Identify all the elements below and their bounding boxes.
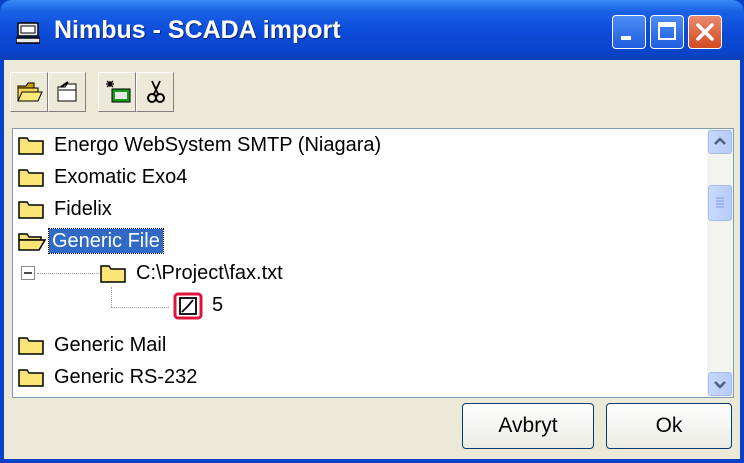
cancel-button[interactable]: Avbryt (462, 403, 594, 449)
chevron-up-icon (714, 137, 726, 145)
open-folder-icon (18, 233, 47, 251)
tree-item-label: Generic Mail (54, 334, 167, 356)
folder-icon (100, 265, 126, 283)
clock-icon (173, 292, 203, 320)
minimize-icon (621, 36, 631, 40)
scroll-up-button[interactable] (708, 130, 732, 154)
tree-item-label: Generic File (48, 228, 164, 254)
cut-button[interactable] (136, 72, 174, 112)
tree-item-label: Exomatic Exo4 (54, 166, 188, 188)
tree-item-label: Energo WebSystem SMTP (Niagara) (54, 134, 382, 156)
ok-button[interactable]: Ok (606, 403, 732, 449)
tree-item-label: C:\Project\fax.txt (136, 262, 283, 284)
minimize-button[interactable] (612, 15, 646, 49)
new-item-icon (106, 80, 131, 103)
scada-tree[interactable]: Energo WebSystem SMTP (Niagara) Exomatic… (12, 128, 734, 398)
tree-connector (111, 307, 169, 308)
undo-folder-icon (57, 81, 77, 102)
app-window: Nimbus - SCADA import Energo WebSystem S… (0, 0, 744, 463)
grip-icon (716, 197, 724, 208)
tree-connector (37, 273, 99, 274)
open-folder-icon (17, 82, 43, 102)
computer-icon (16, 22, 40, 44)
tree-item-label: Fidelix (54, 198, 112, 220)
window-title: Nimbus - SCADA import (54, 16, 341, 44)
close-icon (696, 23, 714, 41)
chevron-down-icon (714, 381, 726, 389)
folder-icon (18, 137, 44, 155)
undo-button[interactable] (48, 72, 86, 112)
folder-icon (18, 337, 44, 355)
collapse-icon[interactable] (21, 266, 35, 280)
tree-connector (111, 287, 112, 307)
close-button[interactable] (688, 15, 722, 49)
folder-icon (18, 201, 44, 219)
scroll-down-button[interactable] (708, 372, 732, 396)
folder-icon (18, 369, 44, 387)
vertical-scrollbar[interactable] (707, 129, 733, 397)
tree-item-label: Generic RS-232 (54, 366, 198, 388)
title-bar[interactable]: Nimbus - SCADA import (0, 0, 744, 60)
new-item-button[interactable] (98, 72, 136, 112)
open-button[interactable] (10, 72, 48, 112)
scroll-thumb[interactable] (708, 185, 732, 221)
maximize-icon (658, 22, 676, 40)
cut-icon (147, 80, 165, 103)
tree-item-label: 5 (212, 294, 224, 316)
dialog-body: Energo WebSystem SMTP (Niagara) Exomatic… (4, 60, 740, 459)
folder-icon (18, 169, 44, 187)
maximize-button[interactable] (650, 15, 684, 49)
